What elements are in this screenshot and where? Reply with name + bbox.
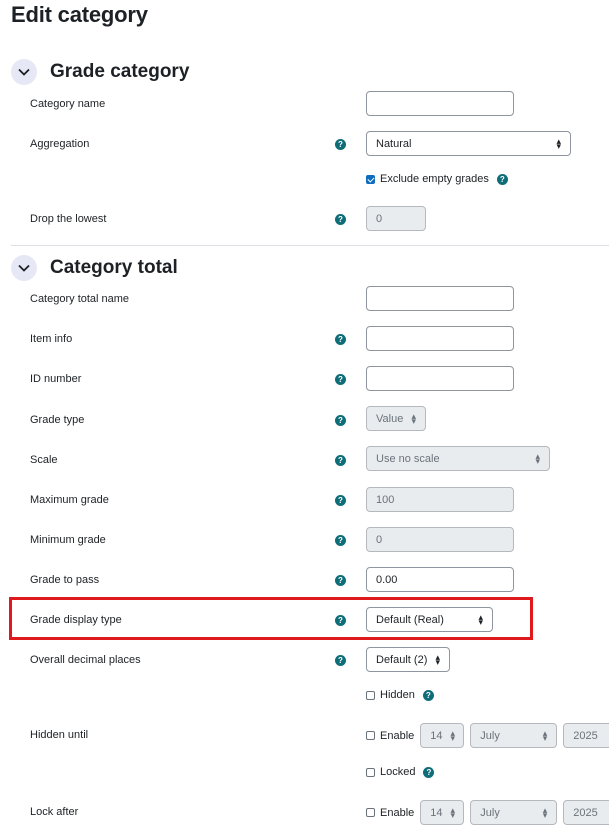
id-number-label: ID number: [30, 373, 82, 385]
lock-after-month-select[interactable]: July ▴ ▾: [470, 800, 558, 825]
hidden-until-month-value: July: [480, 729, 500, 742]
select-arrows-icon: ▴ ▾: [450, 727, 456, 743]
lock-after-day-select[interactable]: 14 ▴ ▾: [420, 800, 465, 825]
page-title: Edit category: [11, 2, 148, 27]
chevron-down-icon[interactable]: [11, 255, 37, 281]
select-arrows-icon: ▴ ▾: [411, 410, 416, 426]
decimal-places-select[interactable]: Default (2) ▴ ▾: [366, 647, 450, 672]
hidden-label: Hidden: [380, 689, 415, 701]
hidden-checkbox[interactable]: [366, 690, 375, 700]
hidden-row[interactable]: Hidden ?: [366, 689, 434, 701]
category-total-name-label: Category total name: [30, 293, 130, 305]
select-arrows-icon: ▴ ▾: [450, 804, 456, 820]
max-grade-input[interactable]: 100: [366, 487, 514, 512]
decimal-places-value: Default (2): [376, 653, 428, 666]
hidden-until-year-select[interactable]: 2025: [563, 723, 609, 748]
help-icon[interactable]: ?: [335, 374, 346, 385]
help-icon[interactable]: ?: [335, 495, 346, 506]
hidden-until-year-value: 2025: [573, 729, 598, 742]
category-total-name-input[interactable]: [366, 286, 514, 311]
hidden-until-enable-checkbox[interactable]: [366, 731, 375, 740]
lock-after-year-select[interactable]: 2025: [563, 800, 609, 825]
max-grade-label: Maximum grade: [30, 494, 109, 506]
grade-type-value: Value: [376, 412, 404, 425]
help-icon[interactable]: ?: [335, 615, 346, 626]
help-icon[interactable]: ?: [423, 766, 435, 778]
locked-label: Locked: [380, 766, 416, 778]
hidden-until-label: Hidden until: [30, 729, 89, 741]
help-icon[interactable]: ?: [422, 689, 434, 701]
grade-display-type-select[interactable]: Default (Real) ▴ ▾: [366, 607, 493, 632]
hidden-until-controls: Enable 14 ▴ ▾ July ▴ ▾ 2025: [366, 723, 609, 748]
hidden-until-day-value: 14: [430, 729, 443, 742]
exclude-empty-checkbox[interactable]: [366, 174, 375, 184]
hidden-until-month-select[interactable]: July ▴ ▾: [470, 723, 558, 748]
item-info-label: Item info: [30, 333, 73, 345]
min-grade-input[interactable]: 0: [366, 527, 514, 552]
lock-after-controls: Enable 14 ▴ ▾ July ▴ ▾ 2025: [366, 800, 609, 825]
select-arrows-icon: ▴ ▾: [542, 804, 548, 820]
aggregation-value: Natural: [376, 137, 412, 150]
hidden-until-day-select[interactable]: 14 ▴ ▾: [420, 723, 465, 748]
item-info-input[interactable]: [366, 326, 514, 351]
exclude-empty-row[interactable]: Exclude empty grades ?: [366, 173, 508, 185]
category-total-header[interactable]: Category total: [11, 253, 178, 283]
help-icon[interactable]: ?: [335, 575, 346, 586]
lock-after-label: Lock after: [30, 806, 79, 818]
category-name-label: Category name: [30, 98, 106, 110]
scale-select[interactable]: Use no scale ▴ ▾: [366, 446, 550, 471]
drop-lowest-input[interactable]: 0: [366, 206, 426, 231]
help-icon[interactable]: ?: [335, 535, 346, 546]
lock-after-enable-checkbox[interactable]: [366, 808, 375, 817]
locked-checkbox[interactable]: [366, 767, 375, 777]
help-icon[interactable]: ?: [335, 415, 346, 426]
drop-lowest-label: Drop the lowest: [30, 213, 107, 225]
hidden-until-enable-label: Enable: [380, 729, 415, 742]
lock-after-day-value: 14: [430, 806, 443, 819]
grade-category-heading: Grade category: [50, 61, 190, 82]
category-total-heading: Category total: [50, 257, 178, 278]
help-icon[interactable]: ?: [496, 173, 508, 185]
locked-row[interactable]: Locked ?: [366, 766, 435, 778]
grade-type-select[interactable]: Value ▴ ▾: [366, 406, 426, 431]
chevron-down-icon[interactable]: [11, 59, 37, 85]
aggregation-label: Aggregation: [30, 138, 90, 150]
scale-value: Use no scale: [376, 452, 440, 465]
help-icon[interactable]: ?: [335, 214, 346, 225]
help-icon[interactable]: ?: [335, 139, 346, 150]
help-icon[interactable]: ?: [335, 334, 346, 345]
lock-after-year-value: 2025: [573, 806, 598, 819]
decimal-places-label: Overall decimal places: [30, 654, 141, 666]
lock-after-month-value: July: [480, 806, 500, 819]
grade-to-pass-input[interactable]: 0.00: [366, 567, 514, 592]
select-arrows-icon: ▴ ▾: [478, 611, 483, 627]
exclude-empty-label: Exclude empty grades: [380, 173, 489, 185]
select-arrows-icon: ▴ ▾: [542, 727, 548, 743]
grade-type-label: Grade type: [30, 414, 85, 426]
min-grade-label: Minimum grade: [30, 534, 106, 546]
select-arrows-icon: ▴ ▾: [535, 450, 540, 466]
select-arrows-icon: ▴ ▾: [435, 651, 440, 667]
grade-display-type-value: Default (Real): [376, 613, 444, 626]
category-name-input[interactable]: [366, 91, 514, 116]
help-icon[interactable]: ?: [335, 455, 346, 466]
help-icon[interactable]: ?: [335, 655, 346, 666]
id-number-input[interactable]: [366, 366, 514, 391]
aggregation-select[interactable]: Natural ▴ ▾: [366, 131, 571, 156]
section-divider: [11, 245, 609, 246]
lock-after-enable-label: Enable: [380, 806, 415, 819]
scale-label: Scale: [30, 454, 58, 466]
select-arrows-icon: ▴ ▾: [556, 135, 561, 151]
grade-to-pass-label: Grade to pass: [30, 574, 100, 586]
grade-display-type-label: Grade display type: [30, 614, 122, 626]
grade-category-header[interactable]: Grade category: [11, 57, 189, 87]
